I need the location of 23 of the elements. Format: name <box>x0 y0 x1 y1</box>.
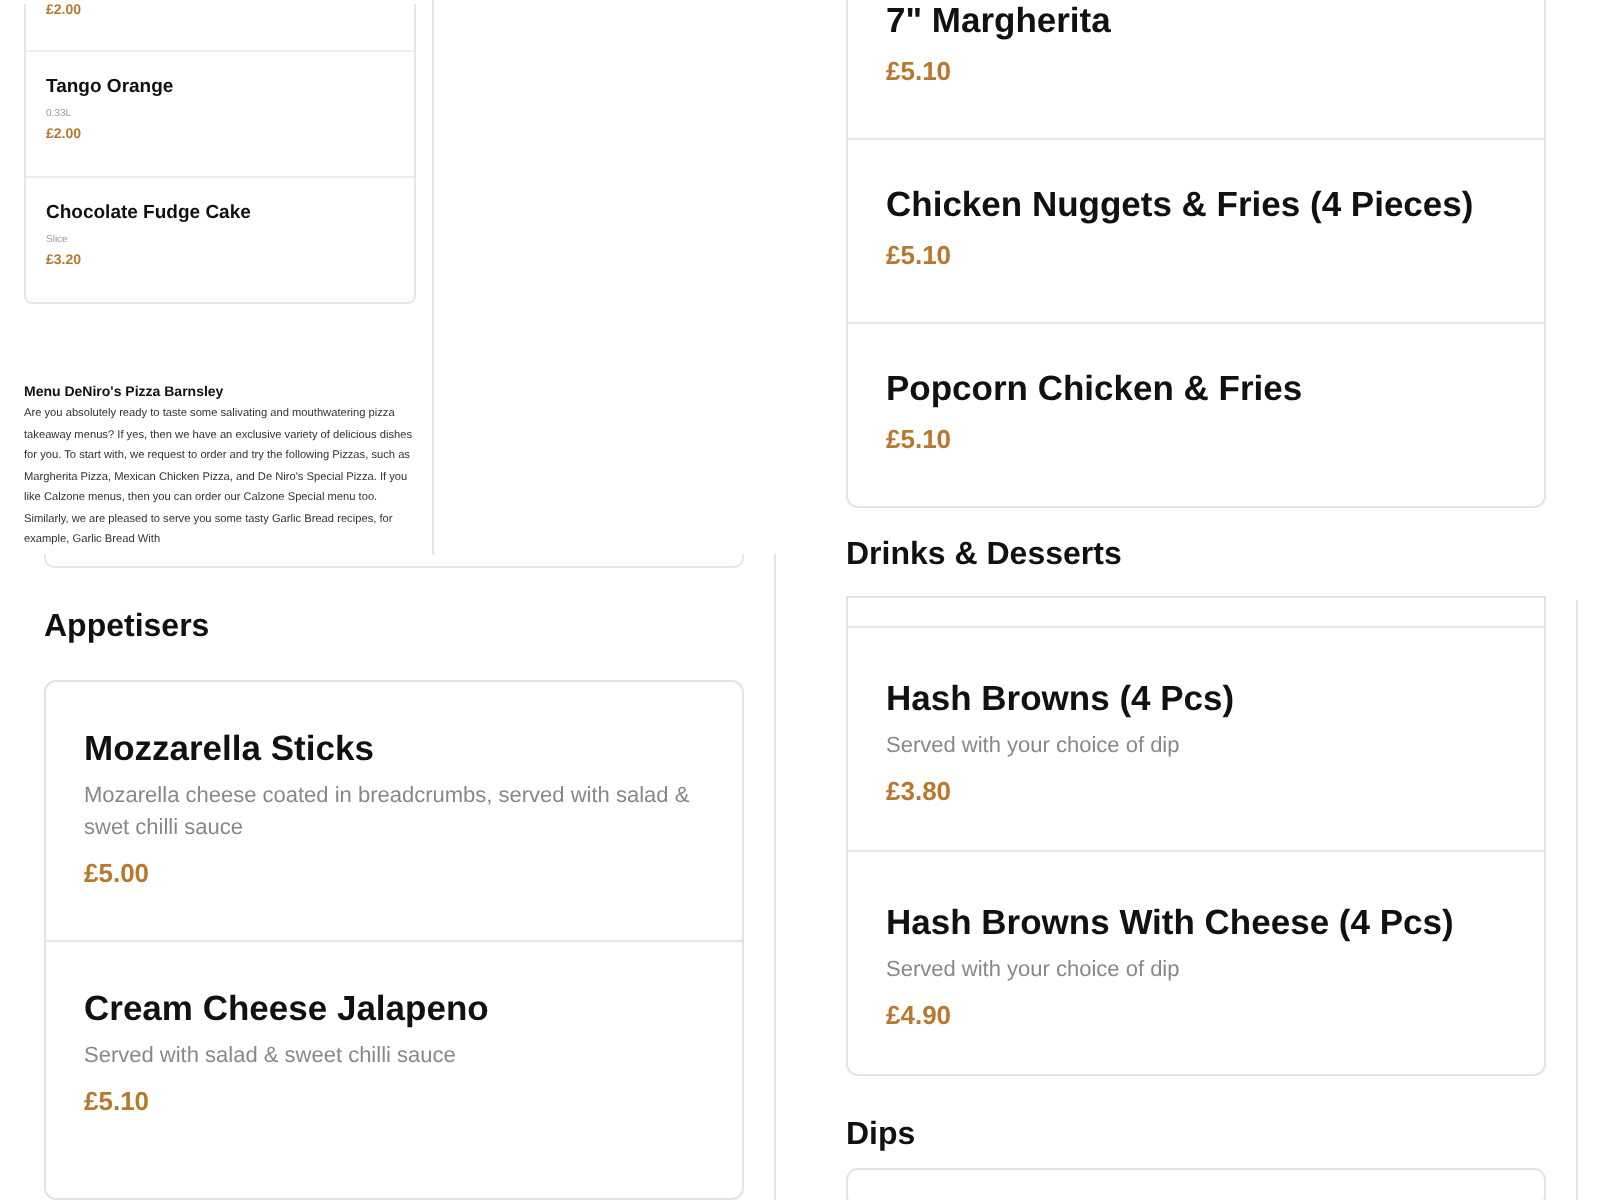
section-heading: Dips <box>846 1116 918 1156</box>
item-description: Served with your choice of dip <box>886 732 1182 762</box>
item-price: £5.00 <box>84 856 152 892</box>
item-name: Hash Browns With Cheese (4 Pcs) <box>886 900 1456 944</box>
item-name: Popcorn Chicken & Fries <box>886 366 1305 410</box>
section-heading: Drinks & Desserts <box>846 536 1124 576</box>
item-name: Tango Orange <box>46 76 176 100</box>
item-name: Mozzarella Sticks <box>84 726 376 770</box>
item-description: Served with salad & sweet chilli sauce <box>84 1042 458 1072</box>
item-name: Chicken Nuggets & Fries (4 Pieces) <box>886 182 1476 226</box>
item-name: Hash Browns (4 Pcs) <box>886 676 1237 720</box>
item-price: £5.10 <box>886 422 954 458</box>
item-price: £3.80 <box>886 774 954 810</box>
item-price: £5.10 <box>84 1084 152 1120</box>
item-price: £5.10 <box>886 54 954 90</box>
section-heading: Appetisers <box>44 608 212 648</box>
item-price: £5.10 <box>886 238 954 274</box>
item-name: Cream Cheese Jalapeno <box>84 986 491 1030</box>
item-name: 7" Margherita <box>886 0 1113 42</box>
item-description: Served with your choice of dip <box>886 956 1182 986</box>
item-price: £4.90 <box>886 998 954 1034</box>
item-name: Chocolate Fudge Cake <box>46 202 253 226</box>
item-description: Mozarella cheese coated in breadcrumbs, served with salad & swet chilli sauce <box>84 782 692 844</box>
